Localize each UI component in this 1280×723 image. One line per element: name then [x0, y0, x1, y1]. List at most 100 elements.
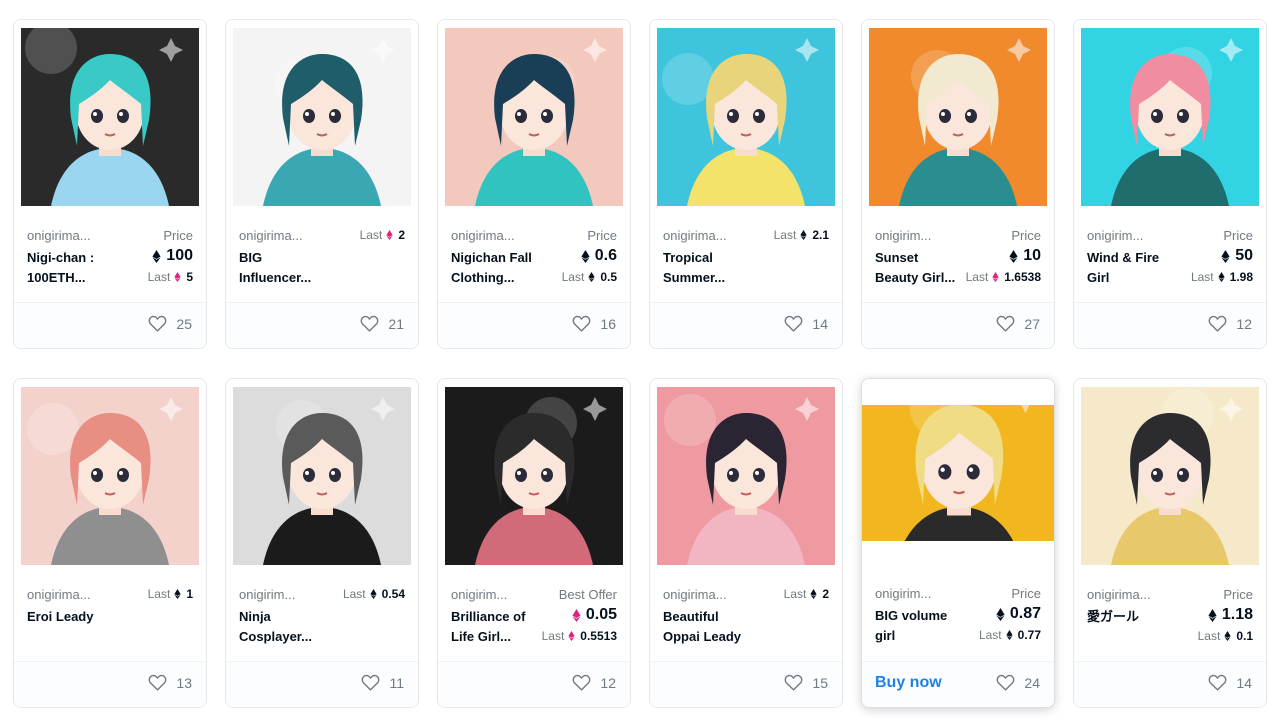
price-value: 10	[1009, 247, 1041, 265]
nft-title[interactable]: Beautiful Oppai Leady	[663, 607, 758, 647]
heart-outline-icon[interactable]	[1208, 315, 1227, 332]
last-sale: Last 5	[148, 270, 193, 284]
card-info: onigirim... Ninja Cosplayer... Last 0.54	[239, 585, 405, 657]
ethereum-icon	[1218, 272, 1225, 282]
like-count: 14	[812, 315, 828, 332]
nft-title-line-1: BIG volume	[875, 608, 948, 623]
nft-artwork-image[interactable]	[1081, 387, 1259, 565]
card-footer: 25	[14, 302, 206, 348]
collection-name[interactable]: onigirim...	[1087, 228, 1143, 243]
nft-title-line-2: Influencer...	[239, 270, 312, 285]
nft-title-line-1: Tropical	[663, 250, 713, 265]
nft-artwork-image[interactable]	[862, 405, 1054, 541]
heart-outline-icon[interactable]	[148, 315, 167, 332]
favorite-button[interactable]: 11	[361, 674, 404, 691]
nft-title-line-2: Cosplayer...	[239, 629, 312, 644]
collection-name[interactable]: onigirim...	[875, 228, 931, 243]
nft-title[interactable]: Sunset Beauty Girl...	[875, 248, 970, 288]
favorite-button[interactable]: 27	[996, 315, 1040, 332]
nft-title-line-1: Eroi Leady	[27, 609, 94, 624]
heart-outline-icon[interactable]	[572, 674, 591, 691]
like-count: 16	[600, 315, 616, 332]
nft-artwork-image[interactable]	[445, 28, 623, 206]
nft-artwork-image[interactable]	[233, 387, 411, 565]
nft-card[interactable]: onigirima... Tropical Summer... Last 2.1 14	[649, 19, 843, 349]
nft-card[interactable]: onigirim... Wind & Fire Girl Price 50 Last 1.9…	[1073, 19, 1267, 349]
collection-name[interactable]: onigirim...	[451, 587, 507, 602]
ethereum-icon	[174, 272, 181, 282]
nft-artwork-image[interactable]	[1081, 28, 1259, 206]
heart-outline-icon[interactable]	[996, 674, 1015, 691]
nft-artwork-image[interactable]	[869, 28, 1047, 206]
collection-name[interactable]: onigirim...	[239, 587, 295, 602]
collection-name[interactable]: onigirima...	[239, 228, 303, 243]
last-sale-label: Last	[1197, 629, 1221, 643]
ethereum-icon	[1006, 630, 1013, 640]
nft-artwork-image[interactable]	[21, 387, 199, 565]
heart-outline-icon[interactable]	[996, 315, 1015, 332]
nft-artwork-image[interactable]	[233, 28, 411, 206]
nft-title[interactable]: 愛ガール	[1087, 607, 1182, 627]
nft-title[interactable]: Ninja Cosplayer...	[239, 607, 334, 647]
price-amount: 0.87	[1009, 605, 1041, 622]
price-label: Price	[1223, 228, 1253, 243]
collection-name[interactable]: onigirim...	[875, 586, 931, 601]
nft-card[interactable]: onigirim... Brilliance of Life Girl... Best…	[437, 378, 631, 708]
ethereum-icon	[370, 589, 377, 599]
favorite-button[interactable]: 12	[572, 674, 616, 691]
collection-name[interactable]: onigirima...	[663, 228, 727, 243]
favorite-button[interactable]: 21	[360, 315, 404, 332]
ethereum-icon	[1224, 631, 1231, 641]
nft-artwork-image[interactable]	[21, 28, 199, 206]
nft-title[interactable]: BIG volume girl	[875, 606, 970, 646]
nft-card[interactable]: onigirima... 愛ガール Price 1.18 Last 0.1 14	[1073, 378, 1267, 708]
nft-artwork-image[interactable]	[657, 28, 835, 206]
nft-title[interactable]: BIG Influencer...	[239, 248, 334, 288]
favorite-button[interactable]: 16	[572, 315, 616, 332]
nft-title[interactable]: Eroi Leady	[27, 607, 122, 627]
nft-card[interactable]: onigirim... Sunset Beauty Girl... Price 10 La…	[861, 19, 1055, 349]
nft-title[interactable]: Nigichan Fall Clothing...	[451, 248, 546, 288]
heart-outline-icon[interactable]	[1208, 674, 1227, 691]
nft-artwork-image[interactable]	[445, 387, 623, 565]
nft-title-line-1: Nigichan Fall	[451, 250, 532, 265]
heart-outline-icon[interactable]	[572, 315, 591, 332]
favorite-button[interactable]: 25	[148, 315, 192, 332]
collection-name[interactable]: onigirima...	[1087, 587, 1151, 602]
nft-card[interactable]: onigirima... Eroi Leady Last 1 13	[13, 378, 207, 708]
last-sale: Last 0.5	[562, 270, 617, 284]
card-footer: 12	[1074, 302, 1266, 348]
buy-now-button[interactable]: Buy now	[875, 674, 942, 692]
nft-card[interactable]: onigirima... Nigi-chan : 100ETH... Price 100…	[13, 19, 207, 349]
nft-title[interactable]: Brilliance of Life Girl...	[451, 607, 546, 647]
card-info: onigirim... Brilliance of Life Girl... Best…	[451, 585, 617, 657]
nft-card[interactable]: onigirim... BIG volume girl Price 0.87 Last 0.…	[861, 378, 1055, 708]
heart-outline-icon[interactable]	[360, 315, 379, 332]
favorite-button[interactable]: 13	[148, 674, 192, 691]
collection-name[interactable]: onigirima...	[451, 228, 515, 243]
last-sale: Last 1.98	[1191, 270, 1253, 284]
nft-card[interactable]: onigirim... Ninja Cosplayer... Last 0.54 11	[225, 378, 419, 708]
nft-title[interactable]: Tropical Summer...	[663, 248, 758, 288]
card-info: onigirima... Nigichan Fall Clothing... Pric…	[451, 226, 617, 298]
last-sale-label: Last	[783, 587, 807, 601]
nft-artwork-image[interactable]	[657, 387, 835, 565]
collection-name[interactable]: onigirima...	[27, 587, 91, 602]
nft-title[interactable]: Nigi-chan : 100ETH...	[27, 248, 122, 288]
heart-outline-icon[interactable]	[784, 674, 803, 691]
favorite-button[interactable]: 14	[1208, 674, 1252, 691]
favorite-button[interactable]: 14	[784, 315, 828, 332]
collection-name[interactable]: onigirima...	[27, 228, 91, 243]
nft-title[interactable]: Wind & Fire Girl	[1087, 248, 1182, 288]
favorite-button[interactable]: 15	[784, 674, 828, 691]
nft-card[interactable]: onigirima... BIG Influencer... Last 2 21	[225, 19, 419, 349]
heart-outline-icon[interactable]	[784, 315, 803, 332]
favorite-button[interactable]: 24	[996, 674, 1040, 691]
collection-name[interactable]: onigirima...	[663, 587, 727, 602]
heart-outline-icon[interactable]	[148, 674, 167, 691]
nft-card[interactable]: onigirima... Beautiful Oppai Leady Last 2 15	[649, 378, 843, 708]
nft-card[interactable]: onigirima... Nigichan Fall Clothing... Pric…	[437, 19, 631, 349]
heart-outline-icon[interactable]	[361, 674, 380, 691]
favorite-button[interactable]: 12	[1208, 315, 1252, 332]
last-sale-amount: 1.6538	[1004, 270, 1041, 284]
